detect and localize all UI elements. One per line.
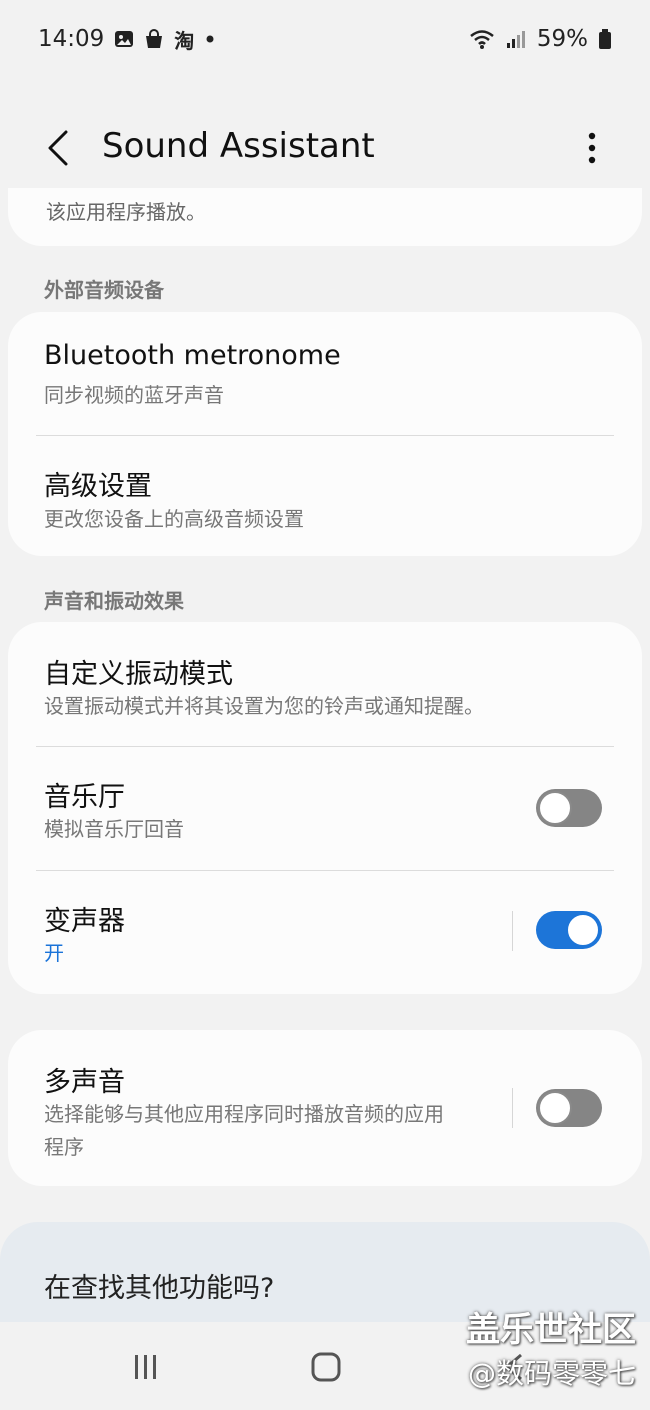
- concert-hall-item[interactable]: 音乐厅 模拟音乐厅回音: [8, 747, 642, 870]
- effects-card: 自定义振动模式 设置振动模式并将其设置为您的铃声或通知提醒。 音乐厅 模拟音乐厅…: [8, 622, 642, 994]
- page-title: Sound Assistant: [102, 126, 375, 166]
- concert-hall-toggle[interactable]: [536, 789, 602, 827]
- item-subtitle: 同步视频的蓝牙声音: [44, 383, 224, 407]
- item-title: 音乐厅: [44, 782, 125, 813]
- advanced-settings-item[interactable]: 高级设置 更改您设备上的高级音频设置: [8, 436, 642, 556]
- taobao-icon: 淘: [174, 28, 195, 53]
- item-subtitle-line2: 程序: [44, 1135, 84, 1159]
- more-options-button[interactable]: [572, 126, 612, 170]
- vertical-divider: [512, 911, 513, 951]
- voice-changer-toggle[interactable]: [536, 911, 602, 949]
- external-audio-card: Bluetooth metronome 同步视频的蓝牙声音 高级设置 更改您设备…: [8, 312, 642, 556]
- recents-icon: [135, 1355, 156, 1379]
- section-header-effects: 声音和振动效果: [44, 589, 184, 613]
- multi-sound-toggle[interactable]: [536, 1089, 602, 1127]
- back-button[interactable]: [36, 126, 80, 170]
- signal-icon: [505, 29, 527, 49]
- battery-icon: [598, 28, 612, 50]
- item-title: 高级设置: [44, 471, 152, 502]
- item-title: 变声器: [44, 906, 125, 937]
- item-title: 多声音: [44, 1067, 125, 1098]
- item-subtitle-line1: 选择能够与其他应用程序同时播放音频的应用: [44, 1102, 444, 1126]
- watermark-community: 盖乐世社区: [466, 1310, 636, 1350]
- item-subtitle: 模拟音乐厅回音: [44, 817, 184, 841]
- status-right: 59%: [469, 26, 612, 52]
- item-title: Bluetooth metronome: [44, 340, 341, 371]
- previous-settings-card: 该应用程序播放。: [8, 188, 642, 246]
- custom-vibration-item[interactable]: 自定义振动模式 设置振动模式并将其设置为您的铃声或通知提醒。: [8, 622, 642, 746]
- home-icon: [311, 1352, 341, 1382]
- battery-percent: 59%: [536, 26, 588, 52]
- toggle-knob: [538, 791, 572, 825]
- item-subtitle: 设置振动模式并将其设置为您的铃声或通知提醒。: [44, 694, 484, 718]
- vertical-divider: [512, 1088, 513, 1128]
- status-time: 14:09: [38, 26, 105, 52]
- dot-icon: [204, 33, 216, 45]
- shopping-bag-icon: [144, 29, 164, 49]
- home-button[interactable]: [306, 1350, 346, 1384]
- section-header-external-audio: 外部音频设备: [44, 278, 164, 302]
- chevron-left-icon: [48, 130, 68, 166]
- item-title: 自定义振动模式: [44, 659, 233, 690]
- bluetooth-metronome-item[interactable]: Bluetooth metronome 同步视频的蓝牙声音: [8, 312, 642, 436]
- toggle-knob: [538, 1091, 572, 1125]
- toggle-knob: [566, 913, 600, 947]
- status-bar: 14:09 淘 59%: [0, 0, 650, 78]
- item-status-on: 开: [44, 941, 64, 965]
- multi-sound-item[interactable]: 多声音 选择能够与其他应用程序同时播放音频的应用 程序: [8, 1030, 642, 1186]
- item-subtitle: 更改您设备上的高级音频设置: [44, 507, 304, 531]
- image-icon: [114, 29, 134, 49]
- voice-changer-item[interactable]: 变声器 开: [8, 871, 642, 994]
- status-left: 14:09 淘: [38, 25, 216, 54]
- multi-sound-card: 多声音 选择能够与其他应用程序同时播放音频的应用 程序: [8, 1030, 642, 1186]
- looking-for-more-text: 在查找其他功能吗?: [44, 1273, 275, 1304]
- more-vert-icon: [588, 132, 596, 164]
- recents-button[interactable]: [126, 1350, 166, 1384]
- watermark-author: @数码零零七: [467, 1357, 636, 1390]
- wifi-icon: [469, 28, 495, 50]
- app-bar: Sound Assistant: [0, 108, 650, 188]
- fragment-text: 该应用程序播放。: [46, 200, 206, 224]
